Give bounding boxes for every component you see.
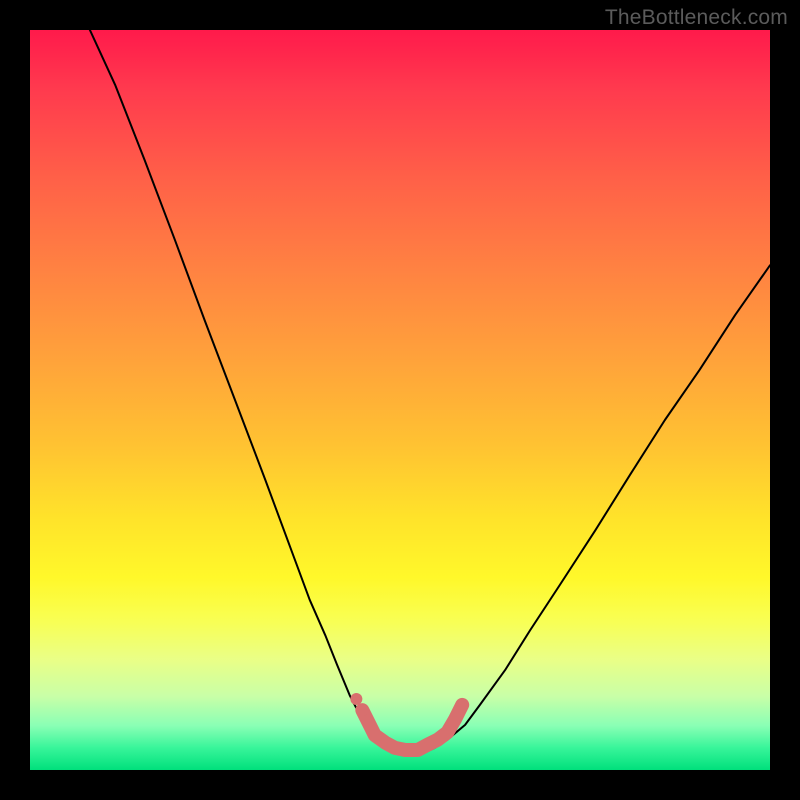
plot-area bbox=[30, 30, 770, 770]
bottleneck-curve bbox=[90, 30, 770, 755]
chart-svg bbox=[30, 30, 770, 770]
watermark-text: TheBottleneck.com bbox=[605, 6, 788, 30]
valley-marker-dot bbox=[350, 693, 362, 705]
valley-marker-dot bbox=[356, 704, 368, 716]
outer-frame: TheBottleneck.com bbox=[0, 0, 800, 800]
valley-marker bbox=[362, 705, 462, 750]
